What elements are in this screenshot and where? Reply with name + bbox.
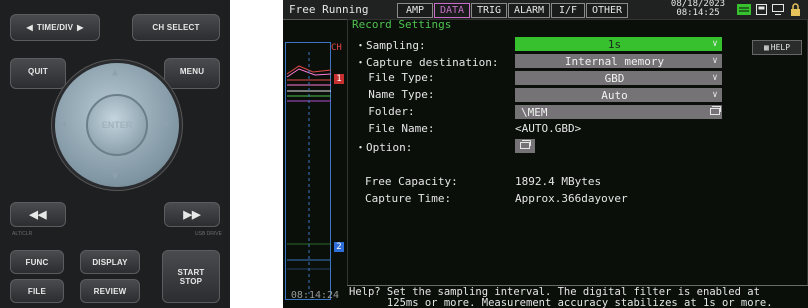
free-capacity-value: 1892.4 MBytes	[515, 175, 602, 188]
capture-time-value: Approx.366dayover	[515, 192, 628, 205]
fast-forward-icon: ▶▶	[183, 209, 201, 221]
strip-time: 08:14:24	[290, 290, 340, 301]
file-name-label: File Name:	[355, 122, 435, 135]
up-arrow-icon[interactable]: ▲	[112, 67, 118, 78]
file-name-value: <AUTO.GBD>	[515, 122, 582, 135]
datetime: 08/18/2023 08:14:25	[665, 0, 731, 19]
qr-icon: ▦	[763, 43, 769, 52]
capture-time-label: Capture Time:	[365, 192, 452, 205]
waveform-traces	[286, 52, 332, 294]
file-type-value: GBD	[604, 71, 625, 85]
capture-destination-label: ・Capture destination:	[355, 56, 499, 69]
run-mode: Free Running	[289, 3, 369, 16]
right-arrow-icon[interactable]: ▶	[164, 119, 170, 130]
device-screen: Free Running AMP DATA TRIG ALARM I/F OTH…	[283, 0, 808, 308]
left-arrow-icon: ◀	[26, 23, 33, 32]
help-line-2: 125ms or more. Measurement accuracy stab…	[349, 297, 773, 308]
time-div-label: TIME/DIV	[36, 23, 74, 32]
help-button[interactable]: ▦ HELP	[752, 40, 802, 55]
review-button[interactable]: REVIEW	[80, 279, 140, 303]
folder-value: \MEM	[521, 105, 548, 119]
capture-destination-value: Internal memory	[564, 54, 665, 68]
file-button[interactable]: FILE	[10, 279, 64, 303]
tab-data[interactable]: DATA	[434, 3, 470, 18]
func-button[interactable]: FUNC	[10, 250, 64, 274]
name-type-label: Name Type:	[355, 88, 435, 101]
folder-field[interactable]: \MEM	[515, 105, 722, 119]
down-arrow-icon[interactable]: ▼	[112, 171, 118, 182]
quit-label: QUIT	[28, 67, 48, 76]
section-title: Record Settings	[352, 18, 452, 31]
ch2-marker: 2	[334, 242, 344, 252]
ch-select-button[interactable]: CH SELECT	[132, 14, 220, 41]
enter-label: ENTER	[101, 120, 133, 130]
chevron-down-icon: ∨	[712, 39, 718, 49]
folder-label: Folder:	[355, 105, 415, 118]
hardware-keypad: ◀ TIME/DIV ▶ CH SELECT QUIT MENU ▲ ▼ ◀ ▶…	[0, 0, 230, 308]
help-button-label: HELP	[770, 43, 791, 52]
sampling-label: ・Sampling:	[355, 39, 426, 52]
tab-alarm[interactable]: ALARM	[508, 3, 550, 18]
quit-button[interactable]: QUIT	[10, 58, 66, 89]
display-label: DISPLAY	[92, 257, 128, 267]
usb-drive-label: USB DRIVE	[195, 231, 222, 237]
time-div-button[interactable]: ◀ TIME/DIV ▶	[10, 14, 100, 41]
help-bar: Help? Set the sampling interval. The dig…	[347, 285, 808, 308]
menu-label: MENU	[179, 67, 205, 76]
battery-icon	[736, 3, 752, 16]
chevron-down-icon: ∨	[712, 73, 718, 83]
menu-button[interactable]: MENU	[164, 58, 220, 89]
chevron-down-icon: ∨	[712, 90, 718, 100]
lock-icon	[788, 3, 802, 16]
name-type-dropdown[interactable]: Auto ∨	[515, 88, 722, 102]
rewind-icon: ◀◀	[29, 209, 47, 221]
stop-label: STOP	[179, 276, 203, 286]
func-label: FUNC	[25, 257, 49, 267]
left-arrow-icon[interactable]: ◀	[60, 119, 66, 130]
channel-strip: CH 1 2	[283, 22, 347, 300]
start-stop-button[interactable]: START STOP	[162, 250, 220, 303]
display-button[interactable]: DISPLAY	[80, 250, 140, 274]
time-text: 08:14:25	[676, 8, 720, 18]
review-label: REVIEW	[93, 286, 127, 296]
pc-link-icon	[771, 3, 785, 16]
top-bar: Free Running AMP DATA TRIG ALARM I/F OTH…	[283, 0, 808, 20]
card-icon	[755, 3, 768, 16]
alt-clr-label: ALT/CLR	[12, 231, 33, 237]
option-button[interactable]	[515, 139, 535, 153]
tab-amp[interactable]: AMP	[397, 3, 433, 18]
file-type-label: File Type:	[355, 71, 435, 84]
right-arrow-icon: ▶	[77, 23, 84, 32]
ch-select-label: CH SELECT	[152, 23, 200, 32]
sampling-value: 1s	[607, 37, 622, 51]
free-capacity-label: Free Capacity:	[365, 175, 458, 188]
option-window-icon	[519, 140, 531, 152]
tab-other[interactable]: OTHER	[586, 3, 628, 18]
chevron-down-icon: ∨	[712, 56, 718, 66]
sampling-dropdown[interactable]: 1s ∨	[515, 37, 722, 51]
file-label: FILE	[27, 286, 47, 296]
name-type-value: Auto	[601, 88, 628, 102]
fast-forward-button[interactable]: ▶▶	[164, 202, 220, 227]
start-label: START	[177, 267, 205, 277]
tab-if[interactable]: I/F	[551, 3, 585, 18]
rewind-button[interactable]: ◀◀	[10, 202, 66, 227]
enter-button[interactable]: ENTER	[86, 94, 148, 156]
ch1-marker: 1	[334, 74, 344, 84]
capture-destination-dropdown[interactable]: Internal memory ∨	[515, 54, 722, 68]
option-label: ・Option:	[355, 141, 413, 154]
tab-trig[interactable]: TRIG	[471, 3, 507, 18]
browse-icon[interactable]	[708, 106, 722, 118]
file-type-dropdown[interactable]: GBD ∨	[515, 71, 722, 85]
